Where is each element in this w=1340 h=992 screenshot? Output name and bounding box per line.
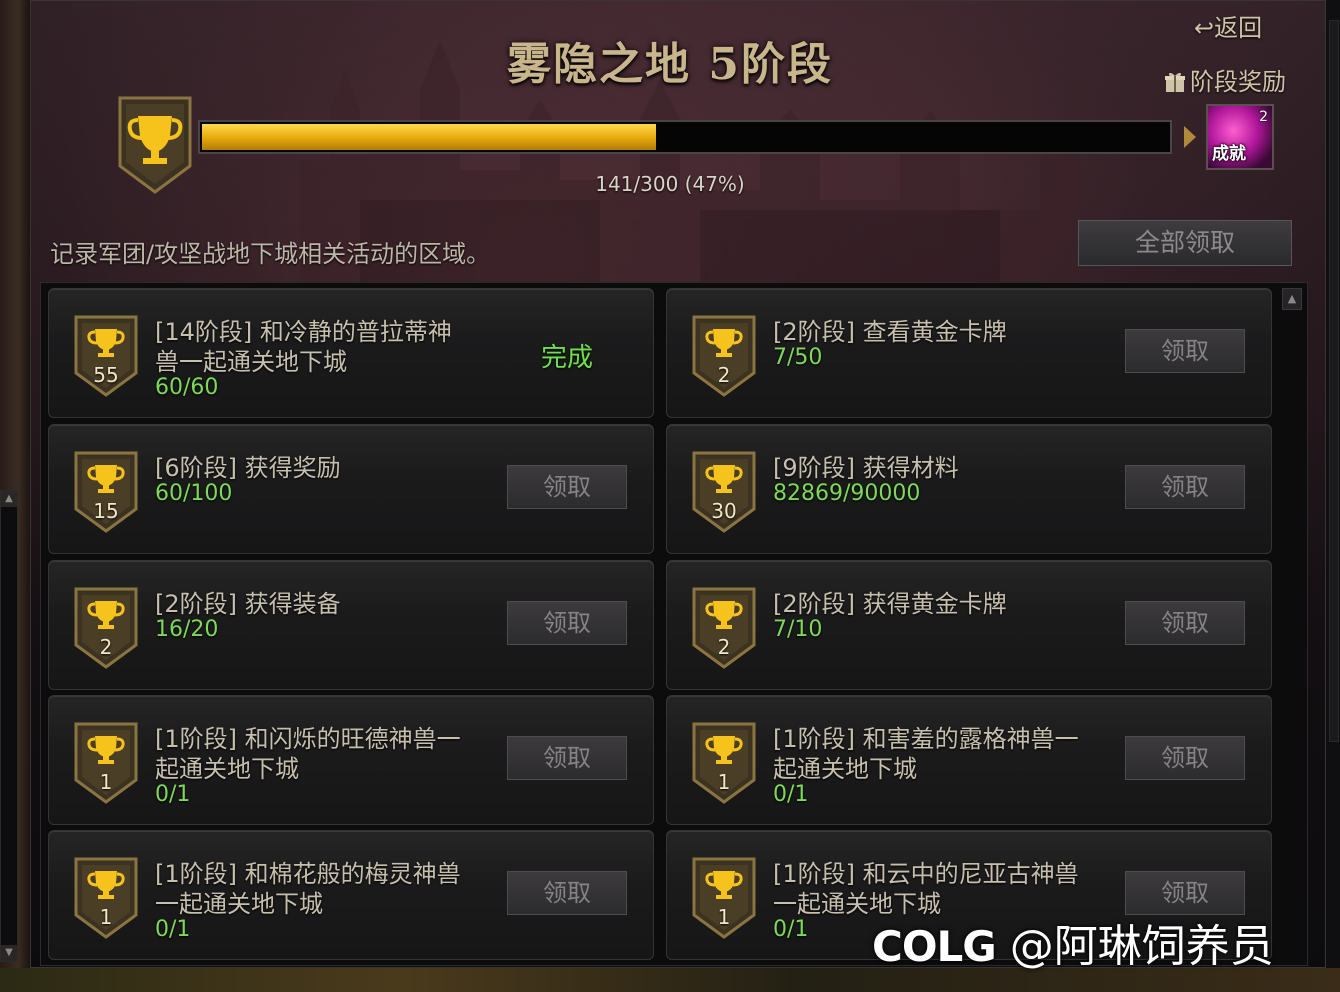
task-card: 2 [2阶段] 获得装备 16/20 领取 [48, 560, 654, 690]
stage-reward-button[interactable]: 阶段奖励 [1164, 62, 1286, 97]
progress-text: 141/300 (47%) [595, 172, 745, 196]
badge-reward-count: 15 [93, 499, 119, 523]
claim-button[interactable]: 领取 [1125, 871, 1245, 915]
task-title: [1阶段] 和闪烁的旺德神兽一 起通关地下城 [155, 724, 475, 784]
badge-reward-count: 1 [717, 770, 731, 794]
claim-button[interactable]: 领取 [1125, 465, 1245, 509]
task-card: 1 [1阶段] 和棉花般的梅灵神兽 一起通关地下城 0/1 领取 [48, 830, 654, 960]
stage-progress-bar [198, 120, 1172, 154]
return-arrow-icon: ↩ [1194, 14, 1215, 42]
task-card: 55 [14阶段] 和冷静的普拉蒂神 兽一起通关地下城 60/60 完成 [48, 288, 654, 418]
task-title-line: 起通关地下城 [773, 755, 917, 783]
task-title: [14阶段] 和冷静的普拉蒂神 兽一起通关地下城 [155, 317, 475, 377]
right-scroll-track[interactable] [1329, 20, 1339, 742]
reward-arrow-icon [1184, 126, 1196, 148]
left-scroll-down-icon[interactable]: ▼ [1, 945, 17, 961]
page-title: 雾隐之地 5阶段 [507, 39, 833, 90]
badge-reward-count: 1 [717, 905, 731, 929]
task-card: 30 [9阶段] 获得材料 82869/90000 领取 [666, 424, 1272, 554]
task-progress: 60/100 [155, 481, 233, 506]
task-title-line: [1阶段] 和闪烁的旺德神兽一 [155, 725, 461, 753]
claim-button[interactable]: 领取 [507, 465, 627, 509]
trophy-badge-icon: 1 [73, 857, 139, 939]
watermark-logo: COLG [872, 922, 997, 971]
task-title-line: [2阶段] 获得黄金卡牌 [773, 590, 1007, 618]
reward-label: 成就 [1212, 144, 1246, 164]
left-scroll-up-icon[interactable]: ▲ [1, 491, 17, 507]
task-title-line: 一起通关地下城 [155, 890, 323, 918]
trophy-badge-icon: 55 [73, 315, 139, 397]
trophy-badge-icon: 1 [691, 722, 757, 804]
back-label: 返回 [1214, 14, 1263, 42]
watermark-text: @阿琳饲养员 [1009, 921, 1274, 972]
task-title-line: [1阶段] 和棉花般的梅灵神兽 [155, 860, 461, 888]
stage-progress-fill [202, 124, 656, 150]
badge-reward-count: 1 [99, 770, 113, 794]
task-complete-status: 完成 [541, 343, 594, 373]
task-title: [9阶段] 获得材料 [773, 453, 1093, 483]
task-title-line: 兽一起通关地下城 [155, 348, 347, 376]
right-side-strip [1326, 0, 1340, 992]
watermark: COLG @阿琳饲养员 [872, 910, 1274, 972]
trophy-badge-icon: 30 [691, 451, 757, 533]
badge-reward-count: 2 [717, 635, 731, 659]
claim-button[interactable]: 领取 [507, 601, 627, 645]
task-card: 1 [1阶段] 和闪烁的旺德神兽一 起通关地下城 0/1 领取 [48, 695, 654, 825]
trophy-badge-icon: 1 [73, 722, 139, 804]
claim-all-button[interactable]: 全部领取 [1078, 220, 1292, 266]
gift-icon [1165, 72, 1185, 92]
task-title: [2阶段] 获得装备 [155, 589, 475, 619]
stage-reward-label: 阶段奖励 [1190, 68, 1286, 96]
task-progress: 0/1 [773, 917, 809, 942]
task-title-line: [2阶段] 获得装备 [155, 590, 341, 618]
task-progress: 82869/90000 [773, 481, 921, 506]
badge-reward-count: 2 [717, 363, 731, 387]
reward-count: 2 [1259, 109, 1268, 125]
task-title-line: [2阶段] 查看黄金卡牌 [773, 318, 1007, 346]
left-scrollbar[interactable]: ▲ ▼ [0, 490, 18, 962]
claim-button[interactable]: 领取 [507, 871, 627, 915]
claim-button[interactable]: 领取 [507, 736, 627, 780]
trophy-badge-icon [118, 96, 192, 194]
back-button[interactable]: ↩返回 [1194, 8, 1262, 43]
task-progress: 0/1 [155, 917, 191, 942]
task-list-scrollbar[interactable]: ▲ [1282, 288, 1302, 960]
claim-button[interactable]: 领取 [1125, 601, 1245, 645]
task-progress: 7/10 [773, 617, 823, 642]
scroll-up-icon[interactable]: ▲ [1282, 288, 1302, 310]
badge-reward-count: 55 [93, 363, 119, 387]
badge-reward-count: 1 [99, 905, 113, 929]
trophy-badge-icon: 2 [691, 315, 757, 397]
task-title-line: [6阶段] 获得奖励 [155, 454, 341, 482]
task-title: [2阶段] 查看黄金卡牌 [773, 317, 1093, 347]
trophy-badge-icon: 2 [691, 587, 757, 669]
badge-reward-count: 2 [99, 635, 113, 659]
task-title-line: [1阶段] 和云中的尼亚古神兽 [773, 860, 1079, 888]
claim-button[interactable]: 领取 [1125, 736, 1245, 780]
task-title: [2阶段] 获得黄金卡牌 [773, 589, 1093, 619]
trophy-badge-icon: 15 [73, 451, 139, 533]
task-title: [1阶段] 和棉花般的梅灵神兽 一起通关地下城 [155, 859, 475, 919]
task-progress: 0/1 [773, 782, 809, 807]
task-progress: 0/1 [155, 782, 191, 807]
claim-button[interactable]: 领取 [1125, 329, 1245, 373]
stage-reward-item[interactable]: 2 成就 [1206, 104, 1274, 170]
task-title-line: [1阶段] 和害羞的露格神兽一 [773, 725, 1079, 753]
task-title: [1阶段] 和害羞的露格神兽一 起通关地下城 [773, 724, 1093, 784]
trophy-badge-icon: 1 [691, 857, 757, 939]
task-progress: 7/50 [773, 345, 823, 370]
task-title-line: 起通关地下城 [155, 755, 299, 783]
task-card: 1 [1阶段] 和害羞的露格神兽一 起通关地下城 0/1 领取 [666, 695, 1272, 825]
task-title-line: [9阶段] 获得材料 [773, 454, 959, 482]
task-card: 2 [2阶段] 获得黄金卡牌 7/10 领取 [666, 560, 1272, 690]
badge-reward-count: 30 [711, 499, 737, 523]
task-card: 15 [6阶段] 获得奖励 60/100 领取 [48, 424, 654, 554]
task-progress: 16/20 [155, 617, 219, 642]
task-title: [6阶段] 获得奖励 [155, 453, 475, 483]
trophy-badge-icon: 2 [73, 587, 139, 669]
area-description: 记录军团/攻坚战地下城相关活动的区域。 [50, 240, 491, 268]
task-card: 2 [2阶段] 查看黄金卡牌 7/50 领取 [666, 288, 1272, 418]
task-title-line: [14阶段] 和冷静的普拉蒂神 [155, 318, 452, 346]
task-progress: 60/60 [155, 375, 219, 400]
